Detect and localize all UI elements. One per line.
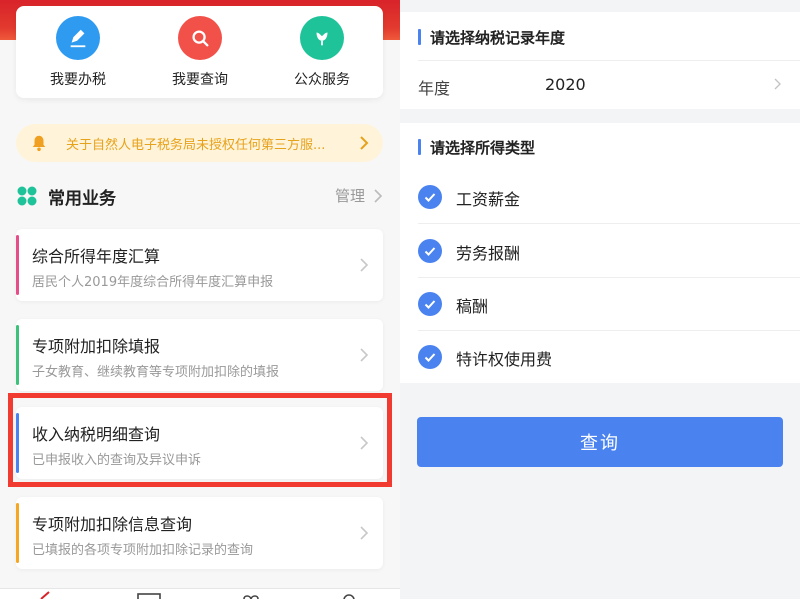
query-button[interactable]: 查询 [417, 417, 783, 467]
chevron-right-icon [360, 258, 369, 272]
tab-home-icon[interactable] [36, 591, 62, 599]
common-business-header: 常用业务 管理 [16, 182, 383, 210]
business-item-title: 专项附加扣除信息查询 [32, 515, 193, 534]
business-item-annual-settlement[interactable]: 综合所得年度汇算 居民个人2019年度综合所得年度汇算申报 [16, 229, 383, 301]
search-icon [178, 16, 222, 60]
quick-action-label: 我要查询 [172, 72, 228, 88]
heading-text: 请选择纳税记录年度 [430, 29, 566, 47]
business-item-subtitle: 已填报的各项专项附加扣除记录的查询 [32, 543, 254, 558]
option-author-remuneration[interactable]: 稿酬 [418, 277, 800, 330]
business-item-income-tax-query[interactable]: 收入纳税明细查询 已申报收入的查询及异议申诉 [16, 407, 383, 479]
bottom-tab-bar [0, 588, 400, 599]
quick-action-tax-filing[interactable]: 我要办税 [33, 16, 123, 94]
year-section-heading: 请选择纳税记录年度 [418, 27, 565, 48]
card-accent-bar [16, 325, 19, 385]
checkmark-icon[interactable] [418, 345, 442, 369]
business-item-title: 收入纳税明细查询 [32, 425, 161, 444]
chevron-right-icon [774, 78, 781, 90]
checkmark-icon[interactable] [418, 292, 442, 316]
quick-actions-card: 我要办税 我要查询 公众服务 [16, 6, 383, 98]
tab-heart-icon[interactable] [238, 591, 264, 599]
option-label: 特许权使用费 [456, 350, 553, 369]
tab-user-icon[interactable] [336, 591, 362, 599]
card-accent-bar [16, 503, 19, 563]
card-accent-bar [16, 235, 19, 295]
pen-icon [56, 16, 100, 60]
business-item-title: 综合所得年度汇算 [32, 247, 161, 266]
option-wages[interactable]: 工资薪金 [418, 170, 800, 223]
option-label: 劳务报酬 [456, 244, 521, 263]
quick-action-public-service[interactable]: 公众服务 [277, 16, 367, 94]
option-labor-remuneration[interactable]: 劳务报酬 [418, 224, 800, 277]
checkmark-icon[interactable] [418, 239, 442, 263]
year-section: 请选择纳税记录年度 年度 2020 [400, 12, 800, 109]
tab-list-icon[interactable] [136, 591, 162, 599]
option-label: 工资薪金 [456, 190, 521, 209]
tulip-icon [300, 16, 344, 60]
business-item-subtitle: 已申报收入的查询及异议申诉 [32, 453, 202, 468]
business-item-deduction-filing[interactable]: 专项附加扣除填报 子女教育、继续教育等专项附加扣除的填报 [16, 319, 383, 391]
query-panel: 请选择纳税记录年度 年度 2020 请选择所得类型 工资薪金 劳务报酬 稿酬 特… [400, 0, 800, 599]
business-item-deduction-query[interactable]: 专项附加扣除信息查询 已填报的各项专项附加扣除记录的查询 [16, 497, 383, 569]
quick-action-label: 我要办税 [50, 72, 106, 88]
income-type-section: 请选择所得类型 工资薪金 劳务报酬 稿酬 特许权使用费 [400, 123, 800, 383]
quick-action-query[interactable]: 我要查询 [155, 16, 245, 94]
chevron-right-icon [374, 189, 383, 203]
quick-action-label: 公众服务 [294, 72, 350, 88]
home-panel: 我要办税 我要查询 公众服务 关于自然人电子税务局未授权任何第三方服... 常用… [0, 0, 400, 599]
chevron-right-icon [360, 136, 369, 150]
income-type-heading: 请选择所得类型 [418, 137, 535, 158]
business-item-subtitle: 子女教育、继续教育等专项附加扣除的填报 [32, 365, 280, 380]
business-item-title: 专项附加扣除填报 [32, 337, 161, 356]
notice-banner[interactable]: 关于自然人电子税务局未授权任何第三方服... [16, 124, 383, 162]
bell-icon [32, 135, 46, 152]
heading-text: 请选择所得类型 [430, 139, 536, 157]
notice-text: 关于自然人电子税务局未授权任何第三方服... [66, 138, 326, 153]
card-accent-bar [16, 413, 19, 473]
year-value: 2020 [545, 75, 586, 94]
chevron-right-icon [360, 436, 369, 450]
manage-link[interactable]: 管理 [335, 185, 365, 206]
option-label: 稿酬 [456, 297, 489, 316]
year-label: 年度 [418, 79, 451, 98]
chevron-right-icon [360, 526, 369, 540]
section-title: 常用业务 [48, 189, 116, 209]
chevron-right-icon [360, 348, 369, 362]
clover-icon [17, 186, 37, 206]
business-item-subtitle: 居民个人2019年度综合所得年度汇算申报 [32, 275, 274, 290]
option-royalties[interactable]: 特许权使用费 [418, 330, 800, 383]
checkmark-icon[interactable] [418, 185, 442, 209]
